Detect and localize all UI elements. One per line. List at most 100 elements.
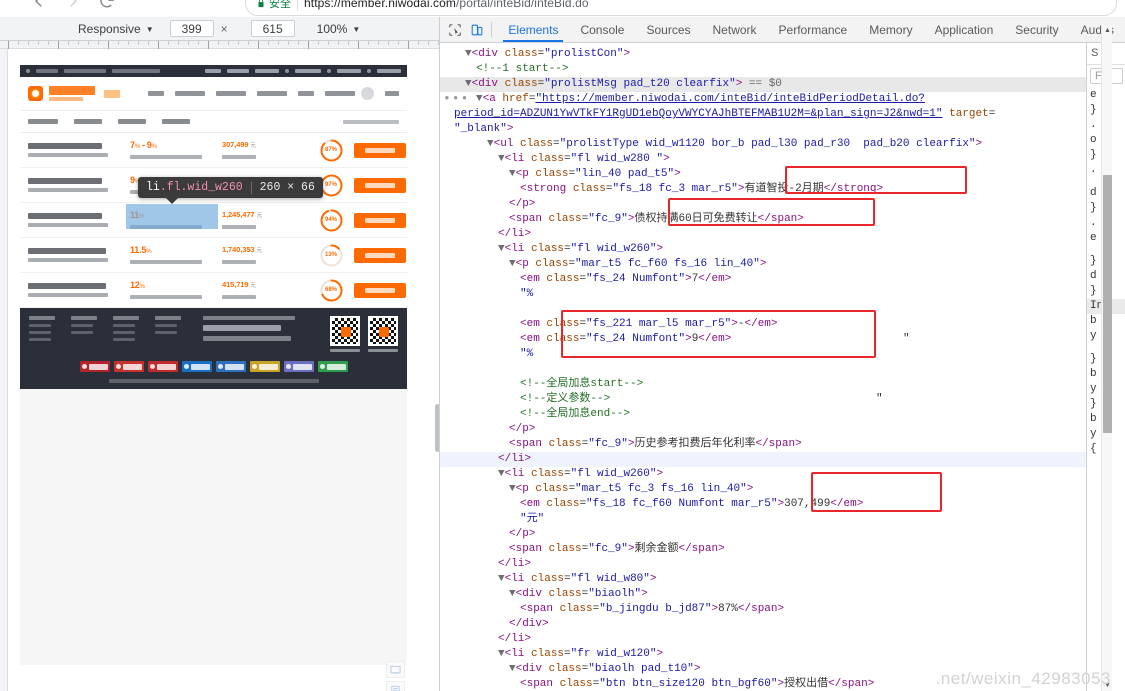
nav-item[interactable]: [257, 91, 288, 96]
dom-line[interactable]: <!--全局加息start-->: [440, 377, 1086, 392]
emulated-viewport[interactable]: 7%-9%307,499元87%9%333,722元97%11%1,245,47…: [8, 49, 439, 691]
dom-line[interactable]: </li>: [440, 227, 1086, 242]
nav-item[interactable]: [148, 91, 165, 96]
forward-icon[interactable]: [64, 0, 82, 10]
dom-line[interactable]: ▼<div class="biaolh">: [440, 587, 1086, 602]
account-menu[interactable]: [385, 91, 399, 96]
scroll-up-arrow[interactable]: ▲: [1102, 25, 1113, 36]
dom-line[interactable]: [440, 302, 1086, 317]
dom-line[interactable]: ▼<li class="fr wid_w120">: [440, 647, 1086, 662]
dom-line[interactable]: </div>: [440, 617, 1086, 632]
topbar-link[interactable]: [227, 69, 249, 73]
tab-security[interactable]: Security: [1004, 17, 1069, 42]
dom-line[interactable]: <span class="b_jingdu b_jd87">87%</span>: [440, 602, 1086, 617]
address-bar[interactable]: 安全 https://member.niwodai.com/portal/int…: [245, 0, 1117, 16]
subnav-item[interactable]: [162, 119, 190, 124]
dom-line[interactable]: <span class="fc_9">债权持满60日可免费转让</span>: [440, 212, 1086, 227]
tab-memory[interactable]: Memory: [858, 17, 923, 42]
nav-item[interactable]: [325, 91, 356, 96]
dom-line[interactable]: ▼<ul class="prolistType wid_w1120 bor_b …: [440, 137, 1086, 152]
dom-line[interactable]: <!--定义参数-->: [440, 392, 1086, 407]
footer-contact: [203, 316, 295, 341]
dom-line[interactable]: "%: [440, 347, 1086, 362]
dom-line[interactable]: ▼<div class="prolistMsg pad_t20 clearfix…: [440, 77, 1086, 92]
dom-line[interactable]: </li>: [440, 632, 1086, 647]
tab-network[interactable]: Network: [702, 17, 768, 42]
tab-application[interactable]: Application: [924, 17, 1005, 42]
reload-icon[interactable]: [98, 0, 116, 10]
dom-scrollbar[interactable]: ▲ ▼: [1101, 25, 1112, 691]
authorize-lend-button[interactable]: [354, 212, 406, 228]
document-icon[interactable]: [386, 681, 405, 691]
scroll-down-arrow[interactable]: ▼: [1102, 680, 1113, 691]
product-row[interactable]: 11.5% 1,740,353 元 13%: [20, 238, 407, 273]
topbar-link[interactable]: [295, 69, 321, 73]
topbar-link[interactable]: [255, 69, 279, 73]
tab-elements[interactable]: Elements: [497, 17, 569, 42]
dom-line[interactable]: <!--全局加息end-->: [440, 407, 1086, 422]
authorize-lend-button[interactable]: [354, 177, 406, 193]
dom-line[interactable]: <em class="fs_18 fc_f60 Numfont mar_r5">…: [440, 497, 1086, 512]
product-row[interactable]: 11% 1,245,477 元 94%: [20, 203, 407, 238]
topbar-link[interactable]: [337, 69, 361, 73]
dom-line[interactable]: period_id=ADZUN1YwVTkFY1RgUD1ebQoyVWYCYA…: [440, 107, 1086, 122]
avatar[interactable]: [361, 87, 375, 100]
dom-line[interactable]: <strong class="fs_18 fc_3 mar_r5">有道智投-2…: [440, 182, 1086, 197]
tab-console[interactable]: Console: [569, 17, 635, 42]
tab-audits[interactable]: Audits: [1070, 17, 1125, 42]
dom-line[interactable]: <!--1 start-->: [440, 62, 1086, 77]
tab-performance[interactable]: Performance: [768, 17, 859, 42]
topbar-link[interactable]: [377, 69, 401, 73]
dom-line[interactable]: <span class="btn btn_size120 btn_bgf60">…: [440, 677, 1086, 691]
dom-line[interactable]: <span class="fc_9">历史参考扣费后年化利率</span>: [440, 437, 1086, 452]
viewport-zoom-select[interactable]: 100% ▼: [317, 22, 361, 36]
dom-line[interactable]: </p>: [440, 422, 1086, 437]
dom-line[interactable]: <em class="fs_221 mar_l5 mar_r5">-</em>: [440, 317, 1086, 332]
dom-scrollbar-thumb[interactable]: [1103, 175, 1112, 433]
styles-tab[interactable]: S: [1091, 46, 1098, 61]
dom-line[interactable]: ▼<p class="lin_40 pad_t5">: [440, 167, 1086, 182]
toggle-device-toolbar-icon[interactable]: [466, 17, 488, 42]
dom-tree-pane[interactable]: ••• ▼<div class="prolistCon"> <!--1 start…: [440, 43, 1086, 691]
dom-line[interactable]: "_blank">: [440, 122, 1086, 137]
tab-sources[interactable]: Sources: [635, 17, 701, 42]
dom-line[interactable]: <em class="fs_24 Numfont">9</em>: [440, 332, 1086, 347]
dom-line[interactable]: </li>: [440, 557, 1086, 572]
dom-line[interactable]: ▼<p class="mar_t5 fc_3 fs_16 lin_40">: [440, 482, 1086, 497]
viewport-height-input[interactable]: 615: [250, 20, 295, 37]
nav-item[interactable]: [298, 91, 315, 96]
viewport-width-input[interactable]: 399: [169, 20, 214, 37]
dom-line[interactable]: <span class="fc_9">剩余金额</span>: [440, 542, 1086, 557]
product-row[interactable]: 7% -9% 307,499 元 87%: [20, 133, 407, 168]
nav-item[interactable]: [175, 91, 206, 96]
dom-line[interactable]: ▼<div class="biaolh pad_t10">: [440, 662, 1086, 677]
nav-item[interactable]: [216, 91, 247, 96]
secure-badge: 安全: [256, 0, 291, 11]
product-row[interactable]: 12% 415,719 元 68%: [20, 273, 407, 308]
dom-line[interactable]: "元": [440, 512, 1086, 527]
dom-line[interactable]: "%: [440, 287, 1086, 302]
subnav-item[interactable]: [74, 119, 102, 124]
dom-line[interactable]: [440, 362, 1086, 377]
dimension-separator: ×: [220, 21, 228, 36]
dom-line[interactable]: </p>: [440, 527, 1086, 542]
dom-line[interactable]: <em class="fs_24 Numfont">7</em>: [440, 272, 1086, 287]
subnav-item[interactable]: [28, 119, 58, 124]
dom-line[interactable]: </li>: [440, 452, 1086, 467]
dom-line[interactable]: </p>: [440, 197, 1086, 212]
dom-line[interactable]: ▼<li class="fl wid_w260">: [440, 467, 1086, 482]
dom-line[interactable]: ▼<a href="https://member.niwodai.com/int…: [440, 92, 1086, 107]
authorize-lend-button[interactable]: [354, 142, 406, 158]
back-icon[interactable]: [30, 0, 48, 10]
dom-line[interactable]: ▼<p class="mar_t5 fc_f60 fs_16 lin_40">: [440, 257, 1086, 272]
subnav-item[interactable]: [118, 119, 146, 124]
dom-line[interactable]: ▼<li class="fl wid_w260">: [440, 242, 1086, 257]
authorize-lend-button[interactable]: [354, 247, 406, 263]
device-preset-select[interactable]: Responsive ▼: [78, 22, 154, 36]
dom-line[interactable]: ▼<li class="fl wid_w80">: [440, 572, 1086, 587]
dom-line[interactable]: ▼<li class="fl wid_w280 ">: [440, 152, 1086, 167]
inspect-element-icon[interactable]: [444, 17, 466, 42]
authorize-lend-button[interactable]: [354, 282, 406, 298]
dom-line[interactable]: ▼<div class="prolistCon">: [440, 47, 1086, 62]
desktop-icon[interactable]: [386, 661, 405, 678]
